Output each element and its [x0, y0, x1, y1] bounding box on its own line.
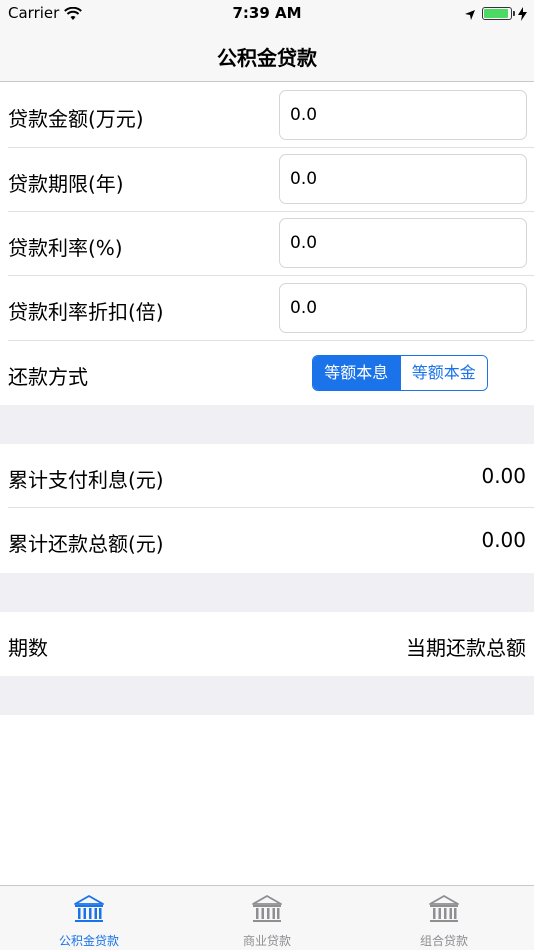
status-bar: Carrier 7:39 AM [0, 0, 534, 28]
equal-principal-segment[interactable]: 等额本金 [399, 356, 487, 390]
rate-discount-row: 贷款利率折扣(倍) 0.0 [0, 276, 534, 341]
interest-rate-row: 贷款利率(%) 0.0 [0, 212, 534, 276]
period-amount-header: 当期还款总额 [406, 636, 526, 660]
loan-amount-label: 贷款金额(万元) [8, 107, 144, 131]
equal-installment-segment[interactable]: 等额本息 [313, 356, 400, 390]
total-repayment-value: 0.00 [481, 528, 526, 552]
total-interest-row: 累计支付利息(元) 0.00 [0, 444, 534, 508]
tab-label: 公积金贷款 [58, 934, 119, 948]
tab-label: 组合贷款 [419, 934, 468, 948]
bank-icon [252, 895, 282, 922]
battery-tip [513, 11, 515, 16]
rate-discount-label: 贷款利率折扣(倍) [8, 300, 164, 324]
interest-rate-input[interactable]: 0.0 [279, 218, 527, 268]
period-header: 期数 [8, 636, 48, 660]
rate-discount-input[interactable]: 0.0 [279, 283, 527, 333]
total-interest-label: 累计支付利息(元) [8, 468, 164, 492]
section-spacer [0, 676, 534, 715]
tab-bar: 公积金贷款 商业贷款 组合贷款 [0, 885, 534, 950]
charging-bolt-icon [518, 6, 527, 25]
interest-rate-label: 贷款利率(%) [8, 236, 123, 260]
loan-term-input[interactable]: 0.0 [279, 154, 527, 204]
total-repayment-row: 累计还款总额(元) 0.00 [0, 508, 534, 573]
total-repayment-label: 累计还款总额(元) [8, 532, 164, 556]
schedule-header-row: 期数 当期还款总额 [0, 612, 534, 676]
tab-label: 商业贷款 [242, 934, 291, 948]
section-spacer [0, 573, 534, 612]
repayment-method-segmented-control[interactable]: 等额本息 等额本金 [312, 355, 488, 391]
section-spacer [0, 405, 534, 444]
loan-amount-input[interactable]: 0.0 [279, 90, 527, 140]
status-time: 7:39 AM [232, 4, 302, 22]
battery-icon [482, 7, 512, 20]
location-arrow-icon [464, 6, 476, 25]
page-title: 公积金贷款 [217, 46, 317, 70]
navigation-bar: 公积金贷款 [0, 28, 534, 82]
loan-amount-row: 贷款金额(万元) 0.0 [0, 83, 534, 148]
tab-commercial-loan[interactable]: 商业贷款 [207, 886, 327, 950]
total-interest-value: 0.00 [481, 464, 526, 488]
repayment-method-label: 还款方式 [8, 365, 88, 389]
bank-icon [74, 895, 104, 922]
tab-combined-loan[interactable]: 组合贷款 [384, 886, 504, 950]
loan-term-label: 贷款期限(年) [8, 172, 124, 196]
bank-icon [429, 895, 459, 922]
tab-housing-fund-loan[interactable]: 公积金贷款 [29, 886, 149, 950]
loan-term-row: 贷款期限(年) 0.0 [0, 148, 534, 212]
